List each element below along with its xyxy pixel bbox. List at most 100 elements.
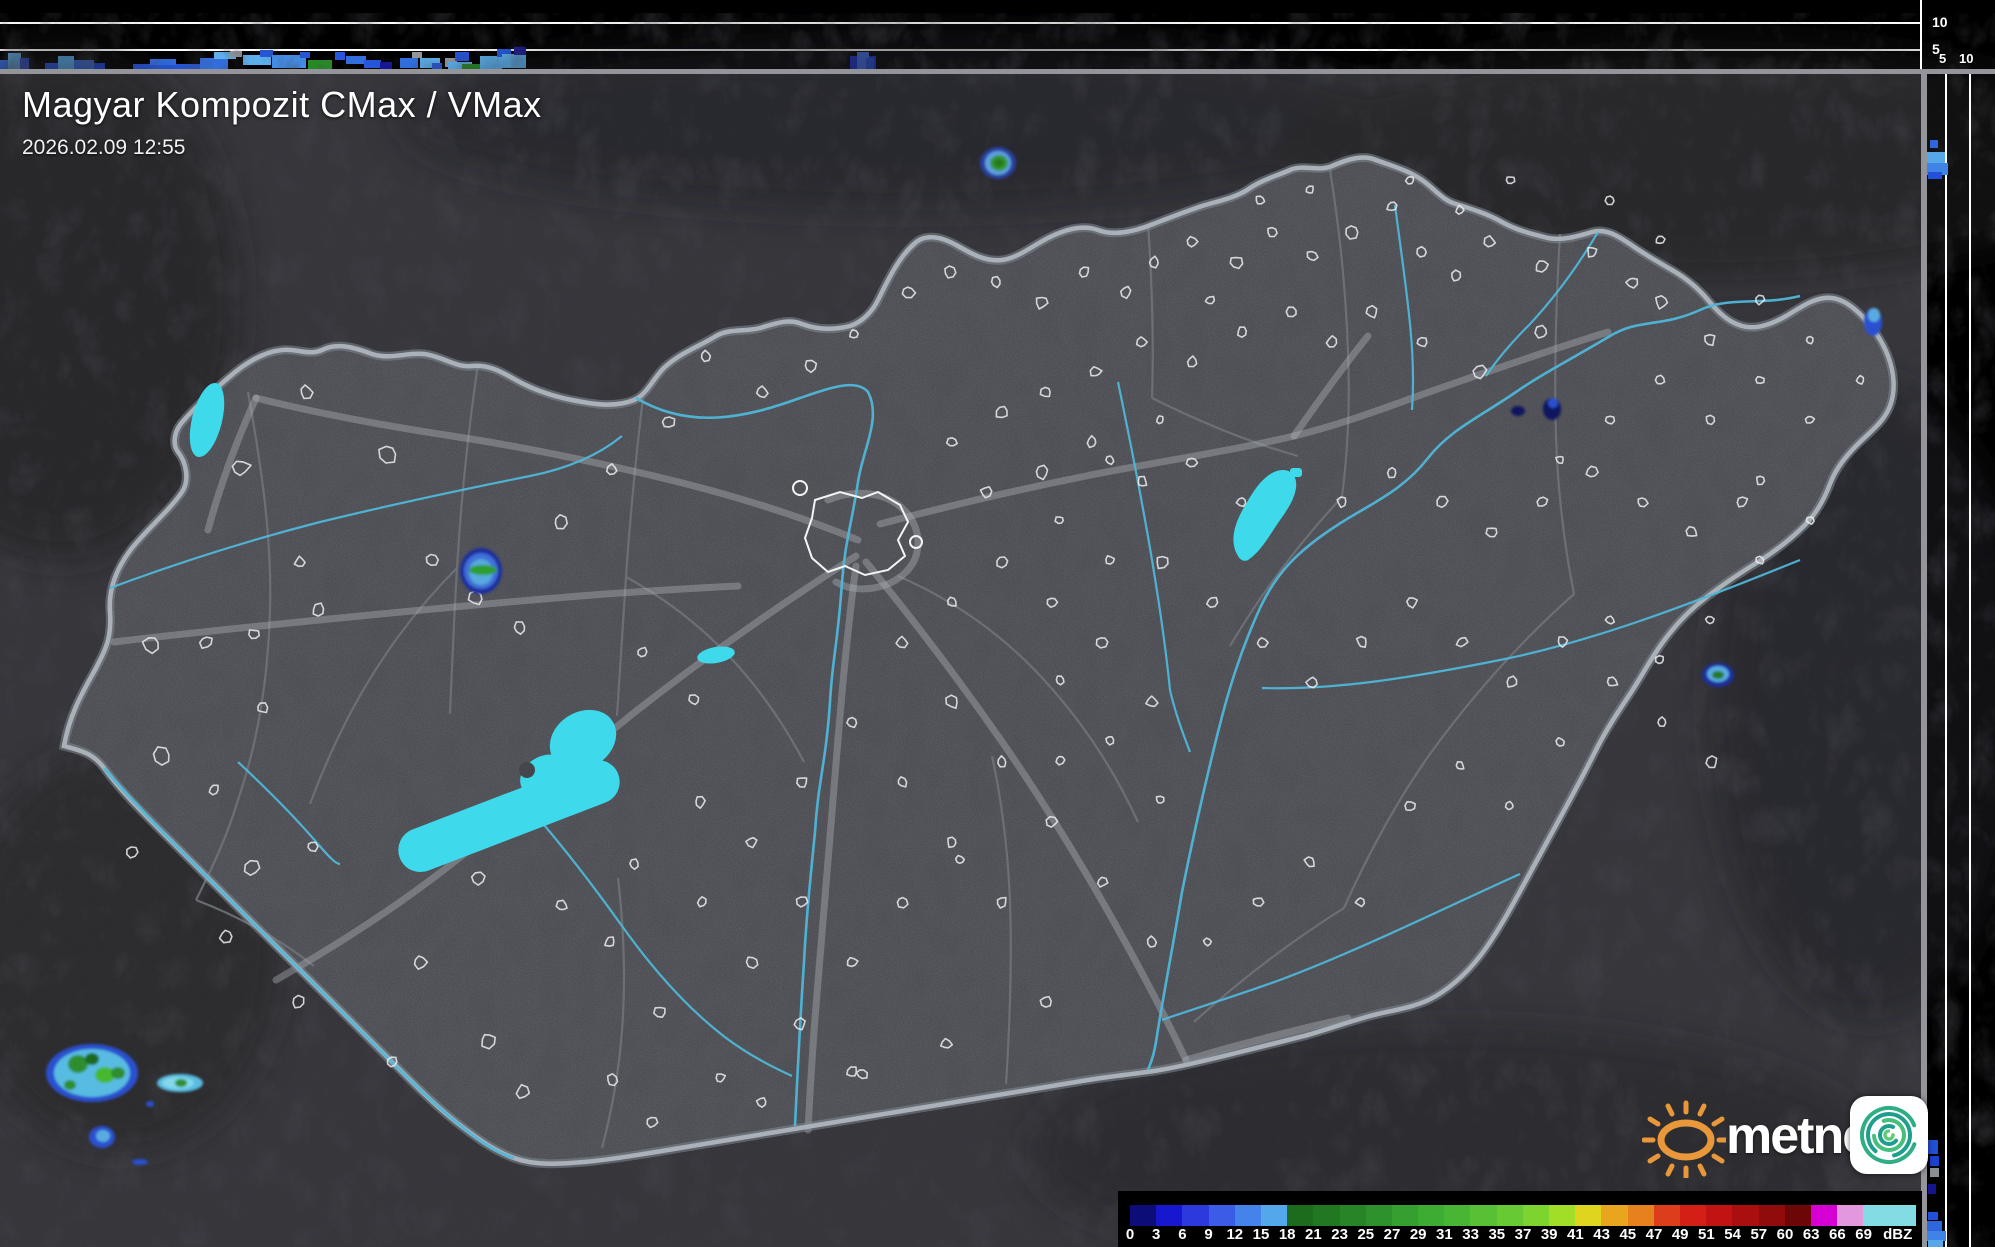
frame-horizontal: [0, 69, 1995, 74]
echo-pixel: [260, 50, 273, 57]
echo-pixel: [308, 60, 332, 69]
colorbar-segment: [1470, 1205, 1497, 1226]
colorbar-segment: [1208, 1205, 1235, 1226]
colorbar-tick-label: 54: [1724, 1226, 1741, 1243]
colorbar-segment: [1418, 1205, 1445, 1226]
timestamp: 2026.02.09 12:55: [22, 136, 186, 159]
colorbar-tick-label: 66: [1829, 1226, 1846, 1243]
colorbar-segment: [1339, 1205, 1366, 1226]
echo-pixel: [1928, 1212, 1938, 1220]
colorbar-segment: [1130, 1205, 1157, 1226]
radar-echo-sw-cluster-east: [157, 1074, 203, 1092]
colorbar-tick-label: 49: [1671, 1226, 1689, 1243]
title-block: Magyar Kompozit CMax / VMax 2026.02.09 1…: [22, 84, 542, 160]
colorbar-segment: [1706, 1205, 1733, 1226]
radar-echo-sw-dot: [146, 1101, 154, 1107]
radar-echo-sw-dash: [132, 1159, 148, 1165]
colorbar-tick-label: 39: [1540, 1226, 1558, 1243]
echo-pixel: [380, 62, 392, 69]
page-title: Magyar Kompozit CMax / VMax: [22, 84, 542, 125]
colorbar-segment: [1234, 1205, 1261, 1226]
colorbar-tick-label: 63: [1802, 1226, 1820, 1243]
colorbar-segment: [1758, 1205, 1785, 1226]
radar-composite-app: Magyar Kompozit CMax / VMax 2026.02.09 1…: [0, 0, 1995, 1247]
radar-echo-ne-dot: [1543, 398, 1561, 420]
colorbar-segment: [1313, 1205, 1340, 1226]
metnet-logo: metnet: [1641, 1096, 1942, 1182]
echo-pixel: [346, 56, 366, 64]
echo-pixel: [400, 58, 418, 68]
colorbar-segment: [1260, 1205, 1288, 1226]
colorbar-tick-label: 18: [1278, 1226, 1296, 1243]
colorbar-tick-label: 15: [1252, 1226, 1270, 1243]
echo-pixel: [455, 52, 469, 61]
colorbar-segment: [1653, 1205, 1680, 1226]
colorbar-segment: [1601, 1205, 1628, 1226]
colorbar-segment: [1810, 1205, 1838, 1226]
radar-echo-north-cell: [980, 147, 1016, 179]
echo-pixel: [335, 52, 345, 60]
colorbar-tick-label: 31: [1436, 1226, 1453, 1243]
echo-pixel: [150, 59, 176, 65]
colorbar-segment: [1496, 1205, 1523, 1226]
colorbar-tick-label: 57: [1750, 1226, 1768, 1243]
colorbar-tick-label: 21: [1305, 1226, 1322, 1243]
sun-icon: [1641, 1100, 1731, 1180]
colorbar-segment: [1549, 1205, 1576, 1226]
radar-echo-e-border-cell: [1864, 308, 1882, 336]
colorbar-segment: [1837, 1205, 1864, 1226]
colorbar-segment: [1575, 1205, 1602, 1226]
echo-pixel: [514, 47, 526, 55]
colorbar-segment: [1156, 1205, 1183, 1226]
radar-echo-west-cell: [460, 548, 502, 594]
spiral-icon: [1860, 1106, 1918, 1164]
colorbar-tick-label: 29: [1409, 1226, 1427, 1243]
colorbar-segment: [1863, 1205, 1916, 1226]
colorbar-tick-label: 0: [1125, 1226, 1135, 1243]
colorbar-segment: [1444, 1205, 1471, 1226]
colorbar-tick-label: 9: [1204, 1226, 1213, 1243]
colorbar-tick-label: 23: [1331, 1226, 1348, 1243]
frame-vertical: [1921, 69, 1927, 1247]
echo-pixel: [300, 52, 310, 58]
colorbar-tick-label: 33: [1462, 1226, 1479, 1243]
colorbar-segment: [1784, 1205, 1811, 1226]
right-strip-scale-5: 5: [1939, 51, 1947, 66]
colorbar-tick-label: 25: [1357, 1226, 1375, 1243]
colorbar-unit-label: dBZ: [1883, 1226, 1913, 1243]
colorbar-tick-label: 37: [1514, 1226, 1532, 1243]
metnet-app-icon: [1850, 1096, 1928, 1174]
top-strip-scale-10: 10: [1932, 14, 1948, 30]
colorbar-tick-label: 12: [1226, 1226, 1244, 1243]
echo-pixel: [1928, 1240, 1943, 1247]
right-strip-scale-10: 10: [1959, 51, 1974, 66]
echo-pixel: [1928, 1184, 1936, 1194]
echo-pixel: [230, 51, 242, 57]
radar-echo-sw-small: [89, 1126, 115, 1148]
colorbar-tick-label: 6: [1178, 1226, 1187, 1243]
radar-echo-sw-cluster-main: [46, 1044, 138, 1102]
colorbar-segment: [1679, 1205, 1707, 1226]
radar-map-canvas: [0, 0, 1995, 1247]
colorbar-tick-label: 47: [1645, 1226, 1663, 1243]
radar-echo-east-cell: [1702, 663, 1734, 687]
colorbar-tick-label: 27: [1383, 1226, 1401, 1243]
echo-pixel: [1928, 172, 1942, 179]
colorbar-tick-label: 3: [1152, 1226, 1161, 1243]
colorbar-tick-label: 60: [1776, 1226, 1794, 1243]
colorbar-segment: [1522, 1205, 1549, 1226]
colorbar-segment: [1182, 1205, 1209, 1226]
colorbar-tick-label: 45: [1619, 1226, 1637, 1243]
colorbar-segment: [1391, 1205, 1419, 1226]
colorbar-tick-label: 41: [1567, 1226, 1584, 1243]
echo-pixel: [1930, 140, 1938, 148]
radar-echo-ne-dot-small: [1511, 406, 1525, 416]
colorbar-segment: [1287, 1205, 1314, 1226]
colorbar-tick-label: 69: [1855, 1226, 1872, 1243]
echo-pixel: [200, 58, 228, 70]
colorbar-tick-label: 35: [1488, 1226, 1506, 1243]
colorbar-segment: [1365, 1205, 1392, 1226]
echo-pixel: [432, 63, 442, 70]
echo-pixel: [412, 52, 422, 58]
colorbar-tick-label: 51: [1698, 1226, 1715, 1243]
